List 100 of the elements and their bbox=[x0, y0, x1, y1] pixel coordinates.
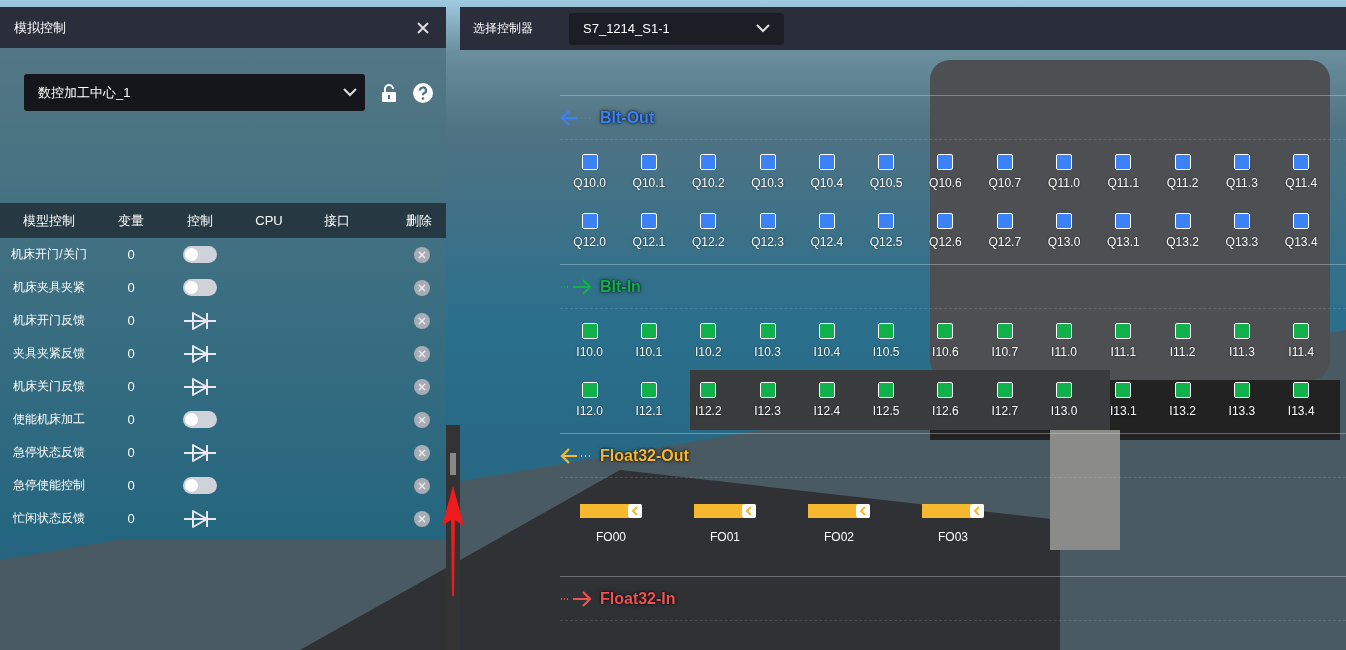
io-label: Q12.2 bbox=[691, 235, 725, 249]
delete-icon[interactable] bbox=[414, 444, 430, 461]
io-label: Q13.0 bbox=[1047, 235, 1081, 249]
checkbox[interactable] bbox=[1293, 382, 1310, 398]
checkbox[interactable] bbox=[700, 382, 717, 398]
toggle-switch[interactable] bbox=[183, 477, 217, 494]
io-label: Q12.0 bbox=[573, 235, 606, 249]
io-label: Q10.7 bbox=[988, 176, 1022, 190]
io-label: I13.2 bbox=[1169, 404, 1196, 418]
checkbox[interactable] bbox=[1056, 213, 1072, 229]
io-label: I10.2 bbox=[694, 345, 722, 359]
close-icon[interactable] bbox=[416, 20, 430, 35]
delete-icon[interactable] bbox=[414, 378, 430, 395]
checkbox[interactable] bbox=[878, 382, 895, 398]
io-label: Q13.3 bbox=[1225, 235, 1259, 249]
table-cell-text: 急停状态反馈 bbox=[12, 444, 86, 461]
diode-icon bbox=[183, 310, 217, 331]
section-title: Float32-In bbox=[600, 589, 676, 608]
checkbox[interactable] bbox=[937, 323, 954, 339]
toggle-switch[interactable] bbox=[183, 279, 217, 296]
io-label: I10.5 bbox=[872, 345, 900, 359]
checkbox[interactable] bbox=[1293, 213, 1310, 229]
checkbox[interactable] bbox=[1115, 382, 1132, 398]
checkbox[interactable] bbox=[1115, 323, 1132, 339]
io-label: Q13.2 bbox=[1166, 235, 1199, 249]
checkbox[interactable] bbox=[1115, 213, 1132, 229]
table-cell-text: 0 bbox=[126, 247, 136, 262]
checkbox[interactable] bbox=[937, 213, 954, 229]
table-cell-text: 使能机床加工 bbox=[12, 411, 86, 428]
io-label: I12.3 bbox=[754, 404, 781, 418]
checkbox[interactable] bbox=[937, 154, 954, 170]
unlock-icon[interactable] bbox=[381, 83, 397, 102]
io-label: I11.0 bbox=[1051, 345, 1077, 359]
delete-icon[interactable] bbox=[414, 510, 430, 527]
io-label: I13.3 bbox=[1228, 404, 1256, 418]
checkbox[interactable] bbox=[1293, 154, 1310, 170]
delete-icon[interactable] bbox=[414, 246, 430, 263]
checkbox[interactable] bbox=[700, 154, 717, 170]
help-icon[interactable] bbox=[413, 82, 433, 103]
checkbox[interactable] bbox=[1293, 323, 1310, 339]
delete-icon[interactable] bbox=[414, 345, 430, 362]
io-label: Q12.4 bbox=[810, 235, 844, 249]
io-label: I11.2 bbox=[1169, 345, 1196, 359]
diode-icon bbox=[183, 508, 217, 529]
model-dropdown[interactable]: 数控加工中心_1 bbox=[24, 74, 365, 111]
checkbox[interactable] bbox=[878, 213, 895, 229]
io-label: Q10.4 bbox=[810, 176, 844, 190]
chevron-down-icon bbox=[756, 24, 770, 33]
io-label: Q12.5 bbox=[869, 235, 903, 249]
io-label: I10.4 bbox=[813, 345, 841, 359]
diode-icon bbox=[183, 376, 217, 397]
delete-icon[interactable] bbox=[414, 312, 430, 329]
chevron-down-icon bbox=[343, 88, 357, 97]
section-title: Blt-Out bbox=[600, 108, 655, 127]
checkbox[interactable] bbox=[878, 323, 895, 339]
io-label: I11.4 bbox=[1288, 345, 1315, 359]
grip-icon bbox=[450, 453, 456, 475]
io-label: Q10.1 bbox=[632, 176, 666, 190]
column-header: 变量 bbox=[117, 211, 145, 230]
delete-icon[interactable] bbox=[414, 411, 430, 428]
table-cell-text: 机床开门/关门 bbox=[10, 246, 88, 263]
checkbox[interactable] bbox=[1056, 382, 1072, 398]
table-cell-text: 0 bbox=[126, 478, 136, 493]
table-cell-text: 机床开门反馈 bbox=[12, 312, 86, 329]
io-label: I11.3 bbox=[1229, 345, 1255, 359]
io-label: I13.1 bbox=[1109, 404, 1137, 418]
table-cell-text: 机床夹具夹紧 bbox=[12, 279, 86, 296]
io-label: I10.0 bbox=[576, 345, 603, 359]
table-cell-text: 0 bbox=[126, 445, 136, 460]
io-label: Q13.4 bbox=[1284, 235, 1318, 249]
delete-icon[interactable] bbox=[414, 477, 430, 494]
io-label: I12.1 bbox=[635, 404, 663, 418]
io-label: Q11.4 bbox=[1285, 176, 1318, 190]
delete-icon[interactable] bbox=[414, 279, 430, 296]
io-label: I10.7 bbox=[991, 345, 1019, 359]
io-label: Q12.7 bbox=[988, 235, 1022, 249]
checkbox[interactable] bbox=[937, 382, 954, 398]
toggle-switch[interactable] bbox=[183, 246, 217, 263]
table-cell-text: 0 bbox=[126, 346, 136, 361]
controller-dropdown[interactable]: S7_1214_S1-1 bbox=[569, 12, 784, 45]
checkbox[interactable] bbox=[1056, 323, 1072, 339]
checkbox[interactable] bbox=[1056, 154, 1072, 170]
io-label: Q11.1 bbox=[1107, 176, 1140, 190]
checkbox[interactable] bbox=[700, 323, 717, 339]
panel-title: 模拟控制 bbox=[14, 18, 66, 37]
io-label: I10.6 bbox=[932, 345, 959, 359]
checkbox[interactable] bbox=[878, 154, 895, 170]
table-cell-text: 机床关门反馈 bbox=[12, 378, 86, 395]
io-label: I10.3 bbox=[754, 345, 781, 359]
checkbox[interactable] bbox=[1115, 154, 1132, 170]
io-label: Q10.2 bbox=[691, 176, 725, 190]
io-label: Q13.1 bbox=[1106, 235, 1140, 249]
io-label: I12.4 bbox=[813, 404, 841, 418]
io-label: Q10.0 bbox=[573, 176, 606, 190]
checkbox[interactable] bbox=[700, 213, 717, 229]
diode-icon bbox=[183, 343, 217, 364]
toggle-switch[interactable] bbox=[183, 411, 217, 428]
controller-label: 选择控制器 bbox=[473, 20, 533, 37]
column-header: 接口 bbox=[323, 211, 351, 230]
io-label: I12.0 bbox=[576, 404, 603, 418]
